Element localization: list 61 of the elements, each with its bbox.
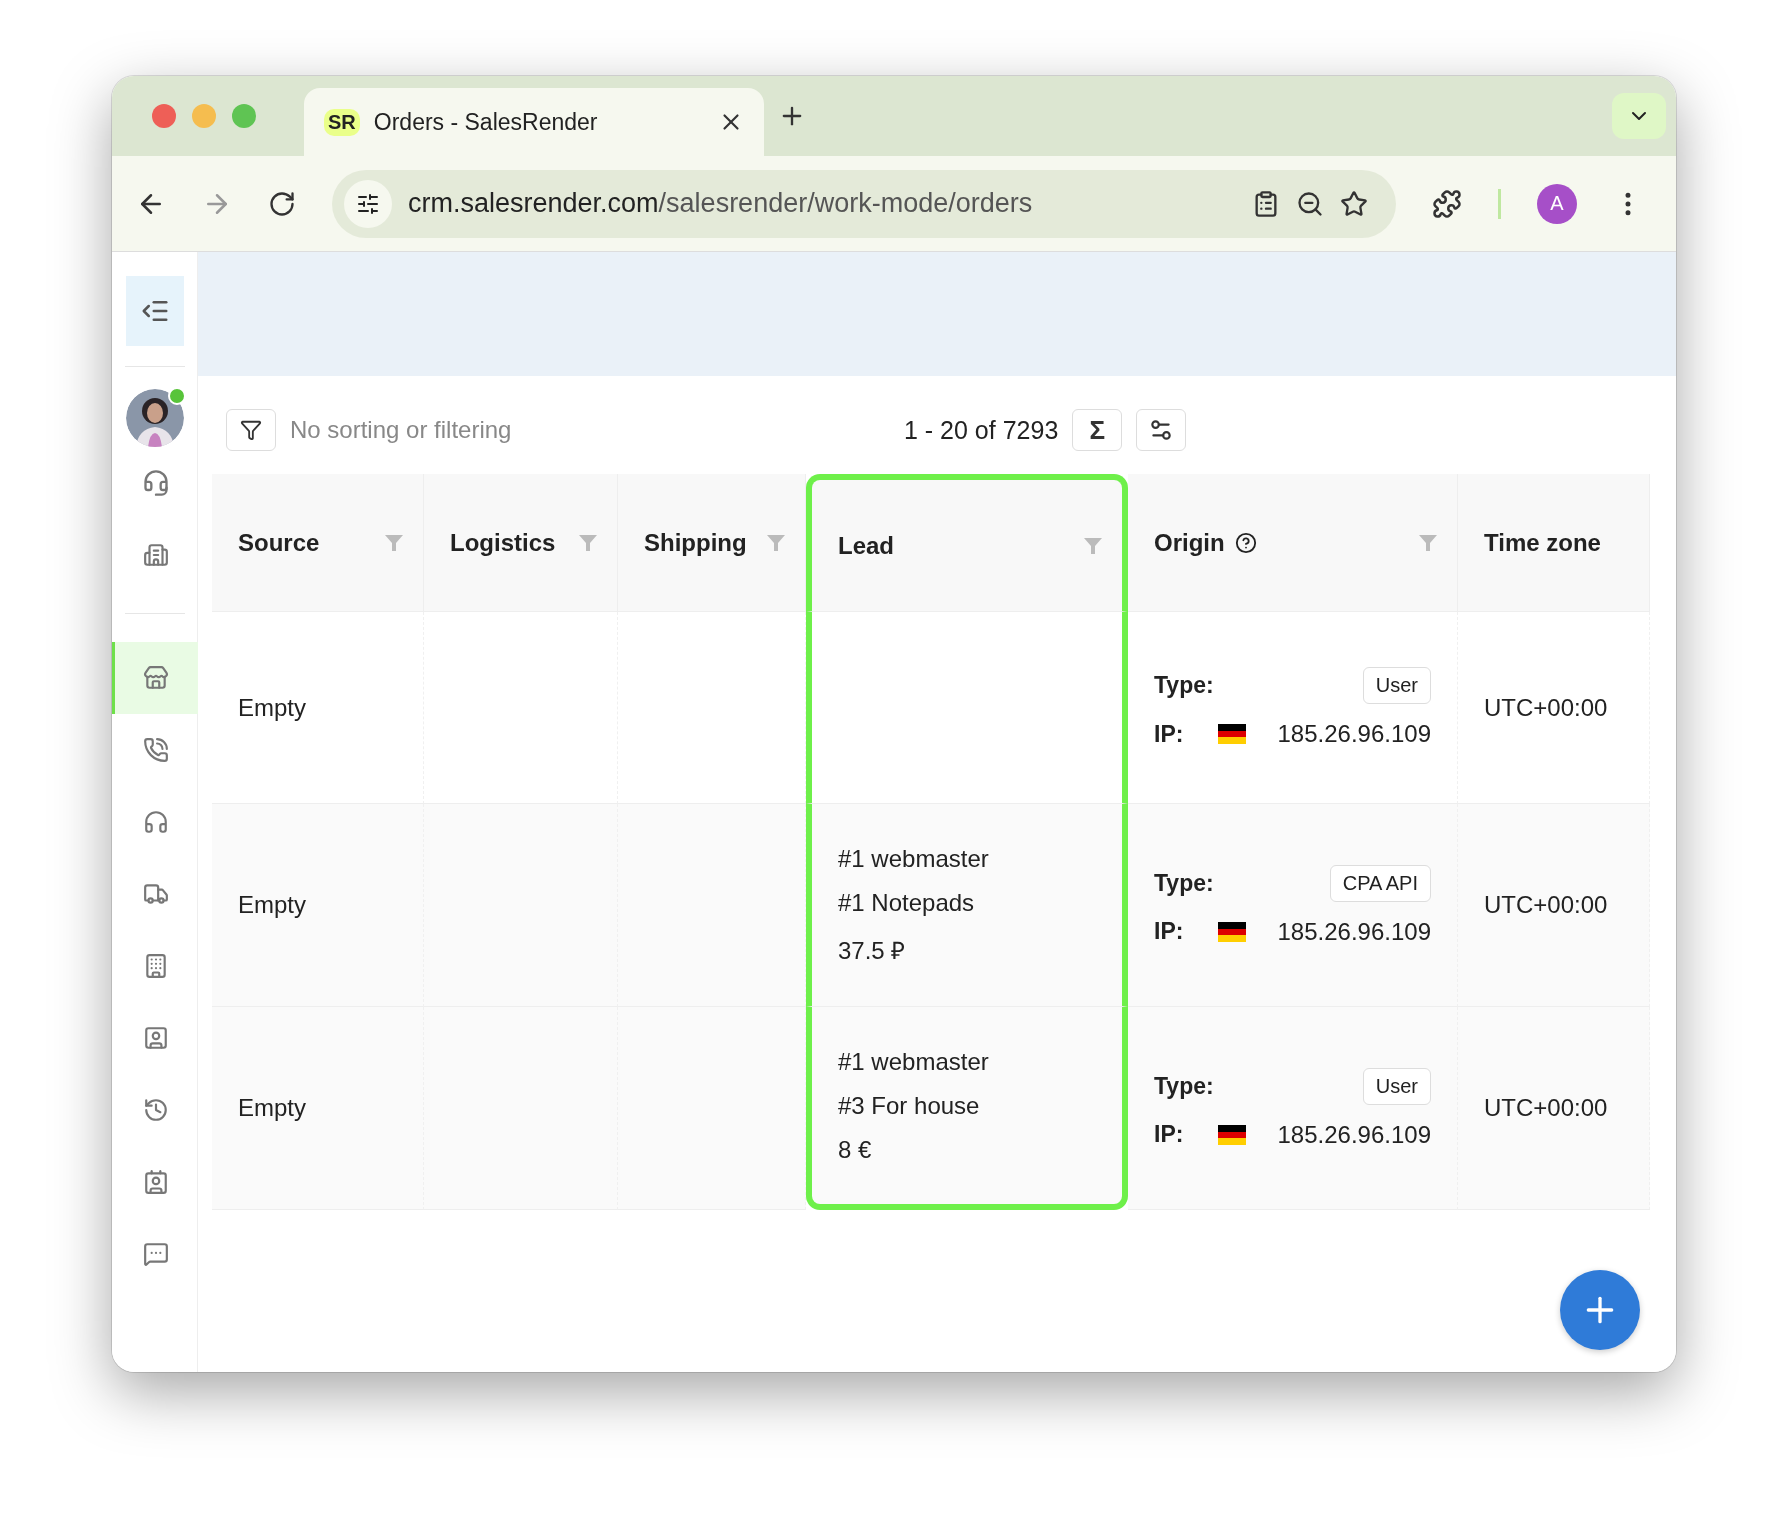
column-header[interactable]: Origin: [1128, 474, 1458, 612]
type-label: Type:: [1154, 1072, 1214, 1100]
type-label: Type:: [1154, 869, 1214, 897]
favicon: SR: [324, 108, 360, 136]
column-title: Logistics: [450, 528, 556, 557]
ip-label: IP:: [1154, 918, 1185, 945]
lead-text: #1 webmaster: [838, 1047, 990, 1076]
bookmark-star-icon[interactable]: [1340, 189, 1368, 218]
lead-text: #1 webmaster: [838, 844, 990, 873]
address-bar[interactable]: crm.salesrender.com/salesrender/work-mode/orders: [332, 169, 1396, 238]
ip-address: 185.26.96.109: [1277, 1120, 1431, 1149]
close-window-button[interactable]: [152, 104, 176, 128]
column-header[interactable]: Lead: [806, 474, 1128, 612]
column-title: Shipping: [644, 528, 747, 557]
column-title: Lead: [838, 531, 894, 560]
source-text: Empty: [238, 1094, 307, 1122]
site-settings-icon[interactable]: [344, 179, 392, 228]
column-header[interactable]: Shipping: [618, 474, 806, 612]
lead-text: #1 Notepads: [838, 888, 976, 917]
extensions-icon[interactable]: [1432, 188, 1462, 219]
ip-address: 185.26.96.109: [1277, 917, 1431, 946]
source-text: Empty: [238, 693, 307, 722]
german-flag-icon: [1218, 724, 1246, 744]
ip-label: IP:: [1154, 720, 1185, 748]
pagination-range: 1 - 20 of 7293: [904, 415, 1059, 445]
column-settings-button[interactable]: [1136, 409, 1187, 451]
profile-avatar[interactable]: A: [1537, 183, 1577, 224]
filter-icon: [240, 419, 262, 441]
column-title: Origin: [1154, 528, 1225, 557]
store-icon[interactable]: [112, 642, 198, 714]
column-header[interactable]: Source: [212, 474, 424, 612]
german-flag-icon: [1218, 921, 1246, 942]
filter-button[interactable]: [226, 409, 276, 451]
origin-type-tag: CPA API: [1329, 864, 1431, 902]
lead-text: 37.5 ₽: [838, 935, 907, 966]
ip-address: 185.26.96.109: [1277, 720, 1431, 748]
column-header[interactable]: Time zone: [1458, 474, 1650, 612]
browser-tab[interactable]: SR Orders - SalesRender: [304, 88, 764, 156]
source-text: Empty: [238, 891, 307, 919]
tab-title: Orders - SalesRender: [373, 108, 599, 136]
lead-text: #3 For house: [838, 1091, 981, 1120]
timezone-text: UTC+00:00: [1484, 1094, 1609, 1122]
sum-button[interactable]: Σ: [1072, 409, 1123, 451]
column-header[interactable]: Logistics: [424, 474, 618, 612]
column-title: Time zone: [1484, 528, 1601, 557]
origin-type-tag: User: [1362, 667, 1431, 704]
filter-status-text: No sorting or filtering: [290, 416, 513, 444]
ip-label: IP:: [1154, 1121, 1185, 1148]
lead-text: 8 €: [838, 1135, 873, 1164]
column-title: Source: [238, 528, 320, 557]
german-flag-icon: [1218, 1124, 1246, 1145]
timezone-text: UTC+00:00: [1484, 891, 1609, 919]
help-icon[interactable]: [1234, 531, 1257, 554]
menu-icon[interactable]: [125, 276, 184, 346]
type-label: Type:: [1154, 672, 1214, 699]
origin-type-tag: User: [1362, 1067, 1431, 1105]
reload-icon[interactable]: [268, 189, 296, 218]
add-order-button[interactable]: [1560, 1270, 1640, 1350]
timezone-text: UTC+00:00: [1484, 693, 1609, 722]
zoom-icon[interactable]: [1296, 189, 1324, 218]
url-text: crm.salesrender.com/salesrender/work-mode/orders: [408, 188, 1034, 219]
